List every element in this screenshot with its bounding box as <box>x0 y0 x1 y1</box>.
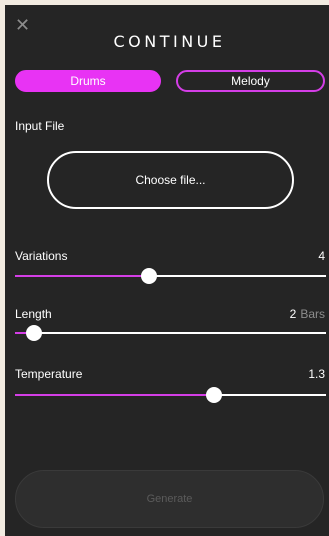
panel-title: CONTINUE <box>113 32 226 51</box>
variations-slider[interactable] <box>15 268 326 284</box>
temperature-slider[interactable] <box>15 387 326 403</box>
slider-fill <box>15 275 149 277</box>
length-unit: Bars <box>300 307 325 321</box>
input-file-label: Input File <box>15 119 65 133</box>
temperature-value: 1.3 <box>308 367 325 381</box>
variations-value: 4 <box>318 249 325 263</box>
generate-button[interactable]: Generate <box>15 470 324 528</box>
slider-thumb[interactable] <box>206 387 223 403</box>
slider-track <box>15 332 326 334</box>
length-slider[interactable] <box>15 325 326 341</box>
choose-file-button[interactable]: Choose file... <box>47 151 294 209</box>
continue-panel: ✕ CONTINUE Drums Melody Input File Choos… <box>5 5 329 536</box>
tab-melody[interactable]: Melody <box>176 70 325 92</box>
length-value: 2 Bars <box>290 307 325 321</box>
tab-drums[interactable]: Drums <box>15 70 161 92</box>
length-number: 2 <box>289 307 297 321</box>
variations-label: Variations <box>15 249 68 263</box>
slider-fill <box>15 394 215 396</box>
temperature-label: Temperature <box>15 367 83 381</box>
slider-thumb[interactable] <box>140 268 157 284</box>
length-label: Length <box>15 307 52 321</box>
slider-thumb[interactable] <box>25 325 42 341</box>
